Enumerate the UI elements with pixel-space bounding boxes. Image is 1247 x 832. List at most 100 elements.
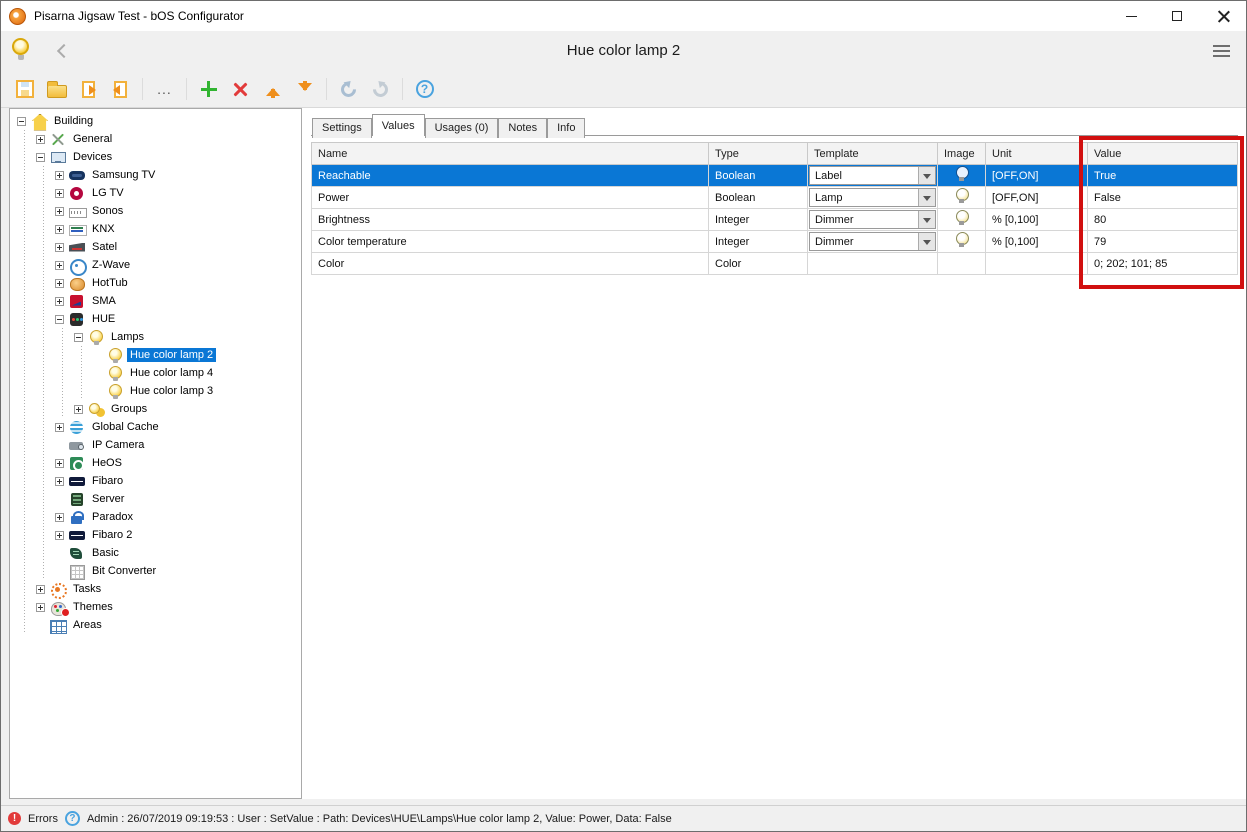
tree-item-areas[interactable]: Areas <box>10 616 301 634</box>
help-button[interactable] <box>411 76 438 103</box>
add-button[interactable] <box>195 76 222 103</box>
bitconverter-icon <box>69 564 85 580</box>
image-cell <box>937 252 986 275</box>
move-up-button[interactable] <box>259 76 286 103</box>
close-button[interactable] <box>1200 1 1246 31</box>
delete-button[interactable] <box>227 76 254 103</box>
name-cell: Color <box>311 252 709 275</box>
redo-icon <box>369 78 392 100</box>
column-header-image[interactable]: Image <box>937 142 986 165</box>
undo-button[interactable] <box>335 76 362 103</box>
tree-item-knx[interactable]: KNX <box>10 220 301 238</box>
tree-item-lamps[interactable]: Lamps <box>10 328 301 346</box>
expand-icon[interactable] <box>55 530 64 540</box>
tree-item-sma[interactable]: SMA <box>10 292 301 310</box>
minimize-button[interactable] <box>1108 1 1154 31</box>
toolbar: ... <box>1 71 1246 108</box>
expand-icon[interactable] <box>55 188 64 198</box>
tab-info[interactable]: Info <box>547 118 586 138</box>
tree-guide <box>15 310 34 328</box>
tab-values[interactable]: Values <box>371 114 425 136</box>
tree-item-tasks[interactable]: Tasks <box>10 580 301 599</box>
tree-item-sonos[interactable]: Sonos <box>10 202 301 220</box>
expand-icon[interactable] <box>74 404 83 414</box>
table-row-reachable[interactable]: Reachable Boolean Label [OFF,ON] True <box>311 164 1238 187</box>
errors-label[interactable]: Errors <box>28 813 58 825</box>
collapse-icon[interactable] <box>55 314 64 324</box>
tree-item-fibaro[interactable]: Fibaro <box>10 472 301 490</box>
tree-item-lg-tv[interactable]: LG TV <box>10 184 301 202</box>
column-header-name[interactable]: Name <box>311 142 709 165</box>
column-header-type[interactable]: Type <box>708 142 808 165</box>
tree-item-heos[interactable]: HeOS <box>10 454 301 472</box>
collapse-icon[interactable] <box>36 152 45 162</box>
template-dropdown[interactable]: Dimmer <box>809 232 936 251</box>
table-row-color[interactable]: Color Color 0; 202; 101; 85 <box>311 252 1238 275</box>
column-header-template[interactable]: Template <box>807 142 938 165</box>
expand-icon[interactable] <box>55 458 64 468</box>
tree-item-groups[interactable]: Groups <box>10 400 301 418</box>
template-dropdown[interactable]: Dimmer <box>809 210 936 229</box>
bulb-icon <box>955 210 969 226</box>
expand-icon[interactable] <box>55 296 64 306</box>
menu-icon[interactable] <box>1213 45 1230 57</box>
import-button[interactable] <box>107 76 134 103</box>
tree-item-hue-color-lamp-2[interactable]: Hue color lamp 2 <box>10 346 301 364</box>
template-dropdown[interactable]: Label <box>809 166 936 185</box>
image-cell <box>937 186 986 209</box>
expand-icon[interactable] <box>55 206 64 216</box>
expand-icon[interactable] <box>55 242 64 252</box>
tree-item-hottub[interactable]: HotTub <box>10 274 301 292</box>
tree-item-devices[interactable]: Devices <box>10 148 301 166</box>
tree-guide <box>15 202 34 220</box>
tree-guide <box>15 616 34 634</box>
tree-item-label: IP Camera <box>92 439 145 451</box>
tab-notes[interactable]: Notes <box>498 118 548 138</box>
expand-icon[interactable] <box>36 134 45 144</box>
tree-item-server[interactable]: Server <box>10 490 301 508</box>
open-button[interactable] <box>43 76 70 103</box>
tab-settings[interactable]: Settings <box>312 118 372 138</box>
tree-item-themes[interactable]: Themes <box>10 598 301 617</box>
column-header-value[interactable]: Value <box>1087 142 1238 165</box>
expand-icon[interactable] <box>55 278 64 288</box>
tree-item-building[interactable]: Building <box>10 112 301 130</box>
tree-item-hue-color-lamp-4[interactable]: Hue color lamp 4 <box>10 364 301 382</box>
expand-icon[interactable] <box>36 602 45 612</box>
expand-icon[interactable] <box>55 422 64 432</box>
expand-icon[interactable] <box>55 224 64 234</box>
expand-icon[interactable] <box>55 170 64 180</box>
collapse-icon[interactable] <box>17 116 26 126</box>
template-dropdown[interactable]: Lamp <box>809 188 936 207</box>
tree-item-samsung-tv[interactable]: Samsung TV <box>10 166 301 184</box>
expand-icon[interactable] <box>55 512 64 522</box>
tree-item-basic[interactable]: Basic <box>10 544 301 562</box>
tree-item-satel[interactable]: Satel <box>10 238 301 256</box>
status-help-icon <box>64 811 80 826</box>
table-row-color-temperature[interactable]: Color temperature Integer Dimmer % [0,100] 7… <box>311 230 1238 253</box>
move-down-button[interactable] <box>291 76 318 103</box>
tree-item-hue[interactable]: HUE <box>10 310 301 328</box>
maximize-button[interactable] <box>1154 1 1200 31</box>
tree-item-hue-color-lamp-3[interactable]: Hue color lamp 3 <box>10 382 301 400</box>
table-row-power[interactable]: Power Boolean Lamp [OFF,ON] False <box>311 186 1238 209</box>
tree-item-paradox[interactable]: Paradox <box>10 508 301 526</box>
expand-icon[interactable] <box>55 476 64 486</box>
column-header-unit[interactable]: Unit <box>985 142 1088 165</box>
collapse-icon[interactable] <box>74 332 83 342</box>
tree-item-general[interactable]: General <box>10 130 301 148</box>
more-button[interactable]: ... <box>151 76 178 103</box>
tree-item-z-wave[interactable]: Z-Wave <box>10 256 301 276</box>
tree-item-fibaro-2[interactable]: Fibaro 2 <box>10 526 301 544</box>
expand-icon[interactable] <box>55 260 64 270</box>
save-button[interactable] <box>11 76 38 103</box>
tree-item-label: Samsung TV <box>92 169 156 181</box>
tree-item-bit-converter[interactable]: Bit Converter <box>10 562 301 580</box>
tree-item-ip-camera[interactable]: IP Camera <box>10 436 301 454</box>
redo-button[interactable] <box>367 76 394 103</box>
table-row-brightness[interactable]: Brightness Integer Dimmer % [0,100] 80 <box>311 208 1238 231</box>
tab-usages-0[interactable]: Usages (0) <box>424 118 499 138</box>
export-button[interactable] <box>75 76 102 103</box>
tree-item-global-cache[interactable]: Global Cache <box>10 418 301 436</box>
expand-icon[interactable] <box>36 584 45 594</box>
